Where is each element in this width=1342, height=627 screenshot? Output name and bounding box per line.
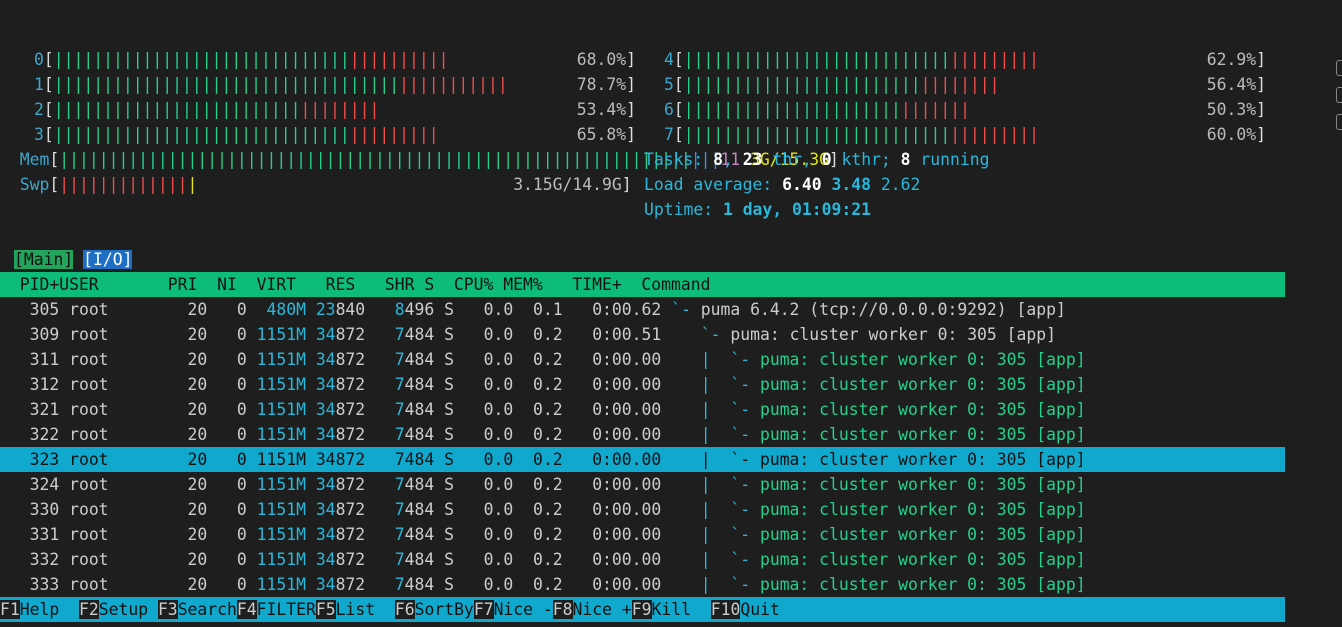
uptime: Uptime: 1 day, 01:09:21 bbox=[644, 200, 871, 219]
table-row-selected[interactable]: 323 root 20 0 1151M 34872 7484 S 0.0 0.2… bbox=[0, 447, 1285, 472]
table-row[interactable]: 322 root 20 0 1151M 34872 7484 S 0.0 0.2… bbox=[0, 422, 1285, 447]
tasks-summary: Tasks: 8, 23 thr, 0 kthr; 8 running bbox=[644, 150, 990, 169]
table-row[interactable]: 312 root 20 0 1151M 34872 7484 S 0.0 0.2… bbox=[0, 372, 1285, 397]
cpu-meter-4: 4[|||||||||||||||||||||||||||||||||||| 6… bbox=[664, 50, 1266, 69]
fkey-f10[interactable]: F10 bbox=[710, 600, 741, 619]
cpu-meter-1: 1[||||||||||||||||||||||||||||||||||||||… bbox=[34, 75, 636, 94]
column-header[interactable]: PID+USER PRI NI VIRT RES SHR S CPU% MEM%… bbox=[0, 272, 1285, 297]
load-average: Load average: 6.40 3.48 2.62 bbox=[644, 175, 921, 194]
fkey-f9[interactable]: F9 bbox=[631, 600, 652, 619]
table-row[interactable]: 333 root 20 0 1151M 34872 7484 S 0.0 0.2… bbox=[0, 572, 1285, 597]
table-row[interactable]: 331 root 20 0 1151M 34872 7484 S 0.0 0.2… bbox=[0, 522, 1285, 547]
cpu-meter-2: 2[||||||||||||||||||||||||||||||||| 53.4… bbox=[34, 100, 636, 119]
fkey-f6[interactable]: F6 bbox=[394, 600, 415, 619]
fkey-f5[interactable]: F5 bbox=[315, 600, 336, 619]
fkey-label[interactable]: List bbox=[336, 600, 395, 619]
fkey-label[interactable]: FILTER bbox=[257, 600, 316, 619]
fkey-f4[interactable]: F4 bbox=[236, 600, 257, 619]
fkey-label[interactable]: Kill bbox=[652, 600, 711, 619]
fkey-label[interactable]: Quit bbox=[740, 600, 779, 619]
cpu-meter-5: 5[|||||||||||||||||||||||||||||||| 56.4%… bbox=[664, 75, 1266, 94]
fkey-label[interactable]: Setup bbox=[99, 600, 158, 619]
cpu-meter-3: 3[||||||||||||||||||||||||||||||||||||||… bbox=[34, 125, 636, 144]
table-row[interactable]: 305 root 20 0 480M 23840 8496 S 0.0 0.1 … bbox=[0, 297, 1285, 322]
fkey-label[interactable]: Nice + bbox=[573, 600, 632, 619]
fkey-label[interactable]: Search bbox=[178, 600, 237, 619]
fkey-f2[interactable]: F2 bbox=[78, 600, 99, 619]
table-row[interactable]: 324 root 20 0 1151M 34872 7484 S 0.0 0.2… bbox=[0, 472, 1285, 497]
fkey-f7[interactable]: F7 bbox=[473, 600, 494, 619]
fkey-label[interactable]: Help bbox=[20, 600, 79, 619]
function-key-bar: F1Help F2Setup F3SearchF4FILTERF5List F6… bbox=[0, 597, 1285, 622]
table-row[interactable]: 321 root 20 0 1151M 34872 7484 S 0.0 0.2… bbox=[0, 397, 1285, 422]
table-row[interactable]: 309 root 20 0 1151M 34872 7484 S 0.0 0.2… bbox=[0, 322, 1285, 347]
fkey-f8[interactable]: F8 bbox=[552, 600, 573, 619]
fkey-f1[interactable]: F1 bbox=[0, 600, 20, 619]
tab-io[interactable]: [I/O] bbox=[83, 250, 133, 269]
table-row[interactable]: 330 root 20 0 1151M 34872 7484 S 0.0 0.2… bbox=[0, 497, 1285, 522]
table-row[interactable]: 332 root 20 0 1151M 34872 7484 S 0.0 0.2… bbox=[0, 547, 1285, 572]
table-row[interactable]: 311 root 20 0 1151M 34872 7484 S 0.0 0.2… bbox=[0, 347, 1285, 372]
fkey-f3[interactable]: F3 bbox=[157, 600, 178, 619]
scroll-markers bbox=[1336, 10, 1342, 191]
fkey-label[interactable]: Nice - bbox=[494, 600, 553, 619]
swap-meter: Swp[|||||||||||||| 3.15G/14.9G] bbox=[19, 175, 632, 194]
cpu-meter-0: 0[||||||||||||||||||||||||||||||||||||||… bbox=[34, 50, 636, 69]
cpu-meter-7: 7[|||||||||||||||||||||||||||||||||||| 6… bbox=[664, 125, 1266, 144]
tab-main[interactable]: [Main] bbox=[14, 250, 74, 269]
tab-bar: [Main] [I/O] bbox=[14, 247, 133, 272]
htop-terminal: 0[||||||||||||||||||||||||||||||||||||||… bbox=[0, 0, 1342, 627]
fkey-label[interactable]: SortBy bbox=[415, 600, 474, 619]
cpu-meter-6: 6[||||||||||||||||||||||||||||| 50.3%] bbox=[664, 100, 1266, 119]
